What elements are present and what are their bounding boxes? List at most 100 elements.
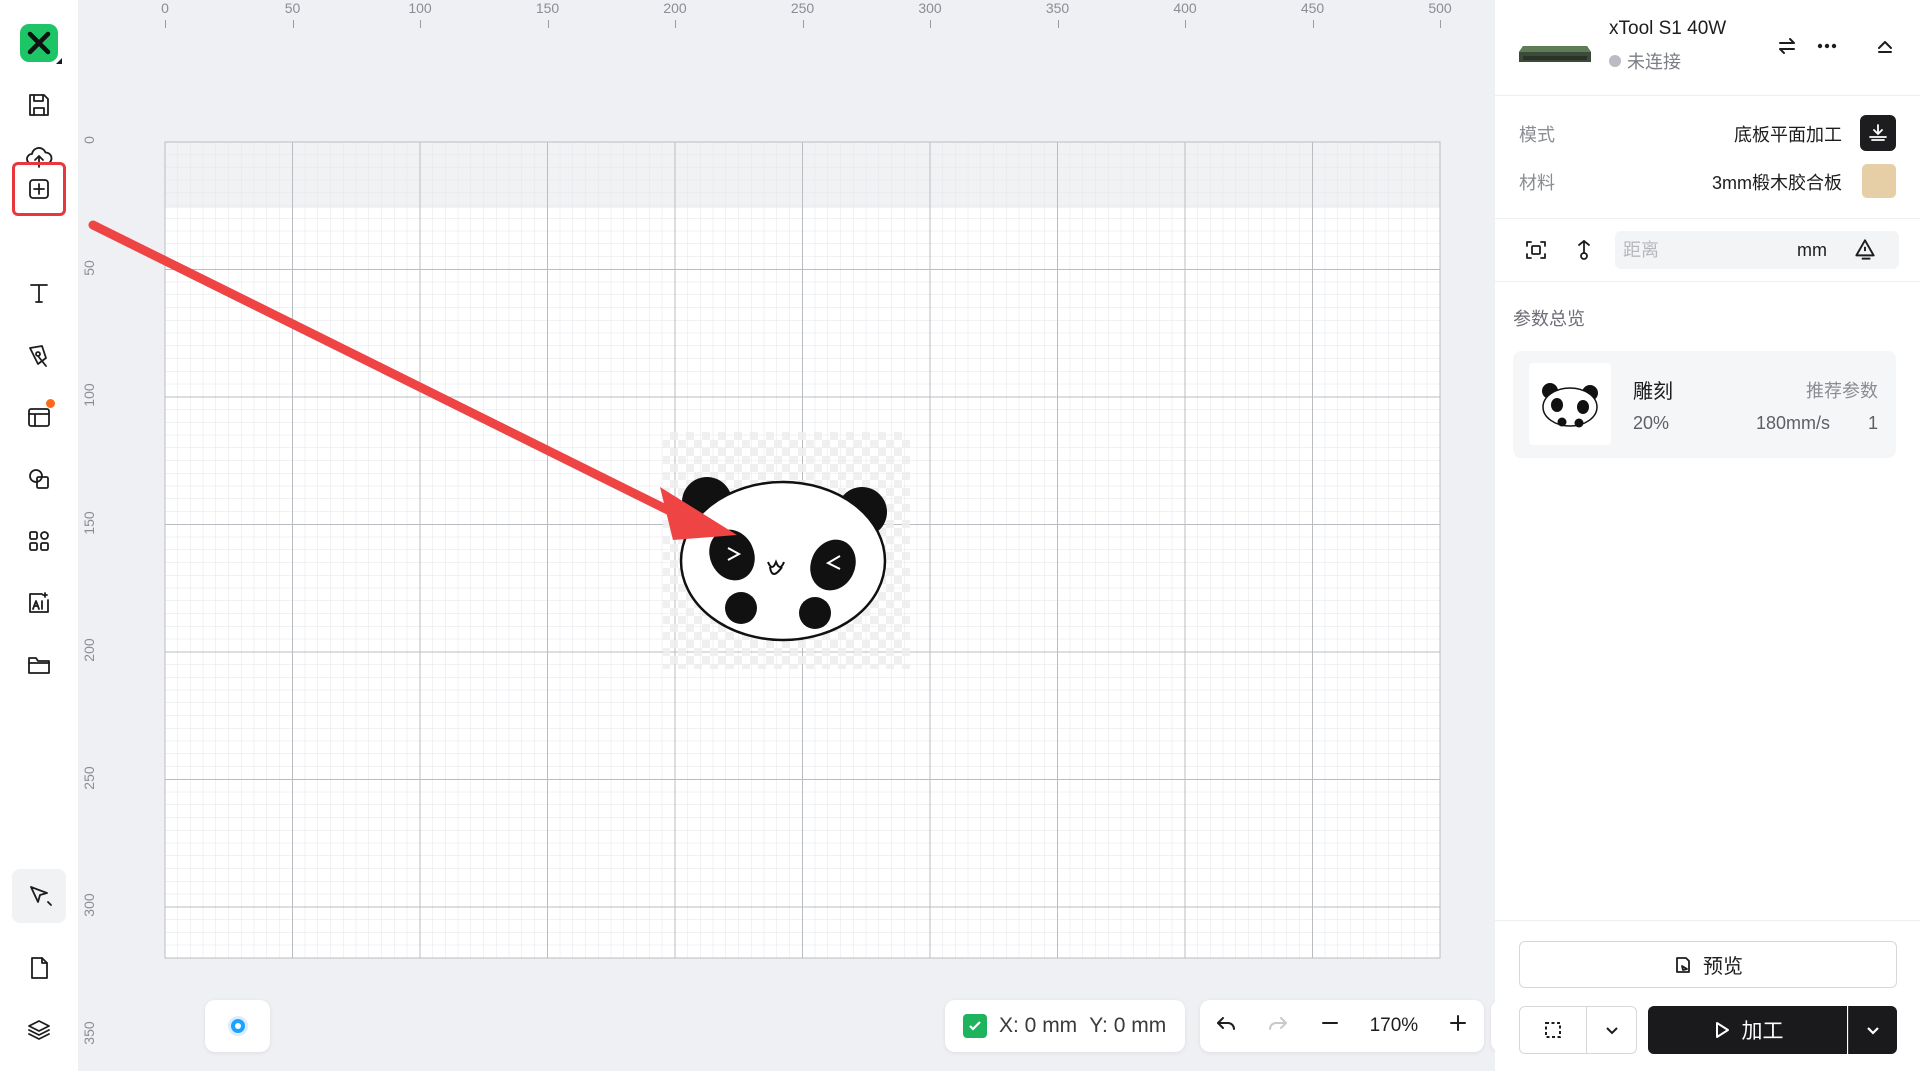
ruler-top-mark xyxy=(1057,20,1059,28)
select-tool-button[interactable] xyxy=(12,869,66,923)
shapes-button[interactable] xyxy=(12,452,66,506)
more-dots-icon xyxy=(1817,43,1837,49)
overview-title: 参数总览 xyxy=(1513,309,1585,329)
canvas-area[interactable]: 0 50 100 150 200 250 300 350 400 450 500 0 50 100 150… xyxy=(78,0,1553,1071)
ruler-left-tick: 0 xyxy=(81,136,97,144)
frame-button[interactable] xyxy=(1519,1006,1587,1054)
focus-tools-row: mm xyxy=(1495,218,1920,282)
ruler-top-mark xyxy=(547,20,549,28)
collapse-button[interactable] xyxy=(1873,34,1897,58)
material-value[interactable]: 3mm椴木胶合板 xyxy=(1712,169,1842,195)
coordinate-display[interactable]: X: 0 mm Y: 0 mm xyxy=(945,1000,1185,1052)
page-icon xyxy=(31,957,48,979)
ruler-top-mark xyxy=(165,20,166,28)
ruler-top-tick: 0 xyxy=(161,0,169,16)
pass-value: 1 xyxy=(1867,413,1878,433)
ruler-left-tick: 100 xyxy=(81,383,97,407)
save-button[interactable] xyxy=(12,78,66,132)
process-label: 加工 xyxy=(1741,1020,1784,1043)
apps-button[interactable] xyxy=(12,514,66,568)
process-dropdown[interactable] xyxy=(1848,1006,1897,1054)
process-button[interactable]: 加工 xyxy=(1648,1006,1847,1054)
ruler-left-tick: 250 xyxy=(81,765,97,790)
pen-tool-button[interactable] xyxy=(12,328,66,382)
device-thumbnail[interactable] xyxy=(1519,36,1591,66)
material-swatch[interactable] xyxy=(1862,164,1896,198)
preview-label: 预览 xyxy=(1703,956,1743,978)
y-coordinate: Y: 0 mm xyxy=(1089,1014,1167,1037)
parameter-card[interactable]: 雕刻 推荐参数 20% 180mm/s 1 xyxy=(1513,351,1896,458)
left-toolbar xyxy=(0,0,78,1071)
ruler-top: 0 50 100 150 200 250 300 350 400 450 500 xyxy=(78,0,1491,30)
checkbox-checked-icon[interactable] xyxy=(963,1014,987,1038)
layers-button[interactable] xyxy=(12,1003,66,1057)
page-button[interactable] xyxy=(12,941,66,995)
mode-value[interactable]: 底板平面加工 xyxy=(1734,121,1842,147)
ruler-top-tick: 450 xyxy=(1300,0,1325,16)
ai-image-icon xyxy=(29,592,49,613)
cursor-icon xyxy=(30,886,52,906)
camera-dot-icon xyxy=(227,1016,248,1036)
preview-icon xyxy=(1676,956,1690,973)
undo-button[interactable] xyxy=(1214,1011,1238,1041)
ruler-top-mark xyxy=(292,20,294,28)
camera-button[interactable] xyxy=(205,1000,270,1052)
zoom-in-button[interactable] xyxy=(1446,1011,1470,1041)
distance-unit: mm xyxy=(1797,240,1827,260)
distance-input[interactable] xyxy=(1623,237,1783,263)
ruler-left-tick: 300 xyxy=(81,893,97,917)
text-tool-button[interactable] xyxy=(12,266,66,320)
material-label: 材料 xyxy=(1519,173,1555,193)
apps-icon xyxy=(29,531,49,551)
ruler-top-tick: 200 xyxy=(663,0,687,16)
ruler-top-tick: 300 xyxy=(918,0,942,16)
xtool-logo-icon[interactable] xyxy=(20,24,58,62)
more-button[interactable] xyxy=(1815,34,1839,58)
x-coordinate: X: 0 mm xyxy=(999,1014,1078,1037)
flat-processing-icon[interactable] xyxy=(1860,115,1896,151)
panda-image[interactable] xyxy=(663,432,910,669)
zoom-out-button[interactable] xyxy=(1318,1011,1342,1041)
mode-label: 模式 xyxy=(1519,125,1555,145)
ruler-left-tick: 150 xyxy=(81,510,97,535)
distance-field: mm xyxy=(1615,231,1899,269)
device-name[interactable]: xTool S1 40W xyxy=(1609,18,1726,40)
shapes-icon xyxy=(29,469,49,489)
ruler-top-mark xyxy=(1440,20,1441,28)
measure-button[interactable] xyxy=(1569,235,1599,265)
power-value: 20% xyxy=(1633,413,1670,433)
ruler-top-tick: 150 xyxy=(535,0,560,16)
plus-icon xyxy=(1450,1015,1467,1031)
swap-icon xyxy=(1779,38,1795,54)
panel-footer: 预览 加工 xyxy=(1495,920,1920,1071)
probe-icon xyxy=(1578,240,1590,260)
annotation-arrow xyxy=(88,220,737,540)
ruler-top-mark xyxy=(930,20,931,28)
logo-menu-corner xyxy=(56,58,62,64)
status-dot-icon xyxy=(1609,55,1621,67)
template-button[interactable] xyxy=(12,390,66,444)
device-header: xTool S1 40W 未连接 xyxy=(1495,0,1920,96)
status-text: 未连接 xyxy=(1627,52,1681,72)
recommended-params: 推荐参数 xyxy=(1806,381,1878,401)
folder-button[interactable] xyxy=(12,638,66,692)
ruler-top-mark xyxy=(802,20,804,28)
right-panel: xTool S1 40W 未连接 模式 底板平面加工 材料 3mm椴木胶合板 距… xyxy=(1495,0,1920,1071)
preview-button[interactable]: 预览 xyxy=(1519,941,1897,988)
ruler-top-tick: 400 xyxy=(1173,0,1197,16)
frame-dropdown[interactable] xyxy=(1586,1006,1637,1054)
auto-measure-icon[interactable] xyxy=(1851,236,1879,264)
auto-focus-button[interactable] xyxy=(1521,235,1551,265)
add-element-button[interactable] xyxy=(12,162,66,216)
ruler-top-tick: 500 xyxy=(1428,0,1452,16)
add-square-icon xyxy=(29,179,49,199)
folder-icon xyxy=(28,657,50,674)
redo-button[interactable] xyxy=(1266,1011,1290,1041)
ai-image-button[interactable] xyxy=(12,576,66,630)
chevron-up-icon xyxy=(1878,41,1892,53)
play-icon xyxy=(1715,1022,1729,1038)
switch-device-button[interactable] xyxy=(1775,34,1799,58)
ruler-top-mark xyxy=(420,20,421,28)
zoom-level[interactable]: 170% xyxy=(1370,1015,1419,1037)
layers-icon xyxy=(28,1020,50,1040)
